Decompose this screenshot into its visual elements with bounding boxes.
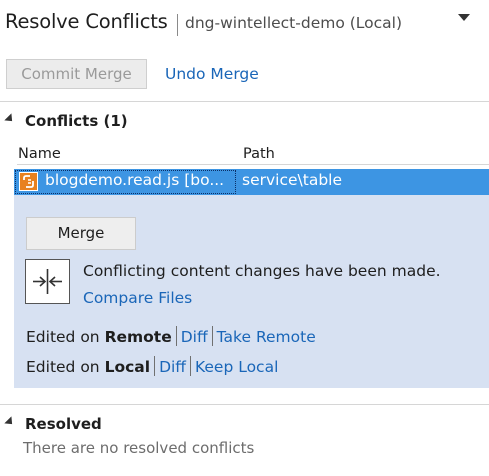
merge-button[interactable]: Merge	[26, 217, 136, 250]
separator	[175, 326, 177, 346]
remote-label: Remote	[104, 328, 172, 346]
resolved-empty-message: There are no resolved conflicts	[23, 439, 255, 457]
local-label: Local	[104, 358, 151, 376]
merge-conflict-icon	[25, 259, 70, 304]
collapse-triangle-icon[interactable]	[4, 113, 16, 125]
collapse-triangle-icon[interactable]	[4, 416, 16, 428]
compare-files-link[interactable]: Compare Files	[83, 289, 192, 307]
toolbar-divider	[0, 101, 489, 102]
separator	[189, 356, 191, 376]
local-edit-line: Edited on Local Diff Keep Local	[26, 356, 278, 376]
undo-merge-link[interactable]: Undo Merge	[165, 65, 259, 83]
conflict-message: Conflicting content changes have been ma…	[83, 262, 441, 280]
remote-diff-link[interactable]: Diff	[181, 328, 208, 346]
panel-title: Resolve Conflicts	[5, 10, 168, 33]
conflict-file-name: blogdemo.read.js [bo...	[45, 171, 225, 189]
keep-local-link[interactable]: Keep Local	[195, 358, 278, 376]
remote-edit-line: Edited on Remote Diff Take Remote	[26, 326, 316, 346]
resolved-section-header[interactable]: Resolved	[25, 415, 102, 433]
local-diff-link[interactable]: Diff	[159, 358, 186, 376]
section-divider	[0, 404, 489, 405]
conflicts-section-header[interactable]: Conflicts (1)	[25, 112, 128, 130]
column-header-divider	[17, 164, 489, 165]
conflict-file-path: service\table	[242, 171, 343, 189]
commit-merge-button[interactable]: Commit Merge	[6, 59, 147, 89]
column-header-name[interactable]: Name	[18, 146, 61, 162]
column-header-path[interactable]: Path	[243, 146, 275, 162]
js-file-icon	[19, 172, 38, 191]
title-separator	[177, 14, 178, 36]
repo-context[interactable]: dng-wintellect-demo (Local)	[185, 14, 402, 32]
separator	[154, 356, 156, 376]
local-prefix: Edited on	[26, 358, 100, 376]
triangle-down-icon[interactable]	[458, 14, 470, 21]
remote-prefix: Edited on	[26, 328, 100, 346]
separator	[211, 326, 213, 346]
take-remote-link[interactable]: Take Remote	[217, 328, 316, 346]
